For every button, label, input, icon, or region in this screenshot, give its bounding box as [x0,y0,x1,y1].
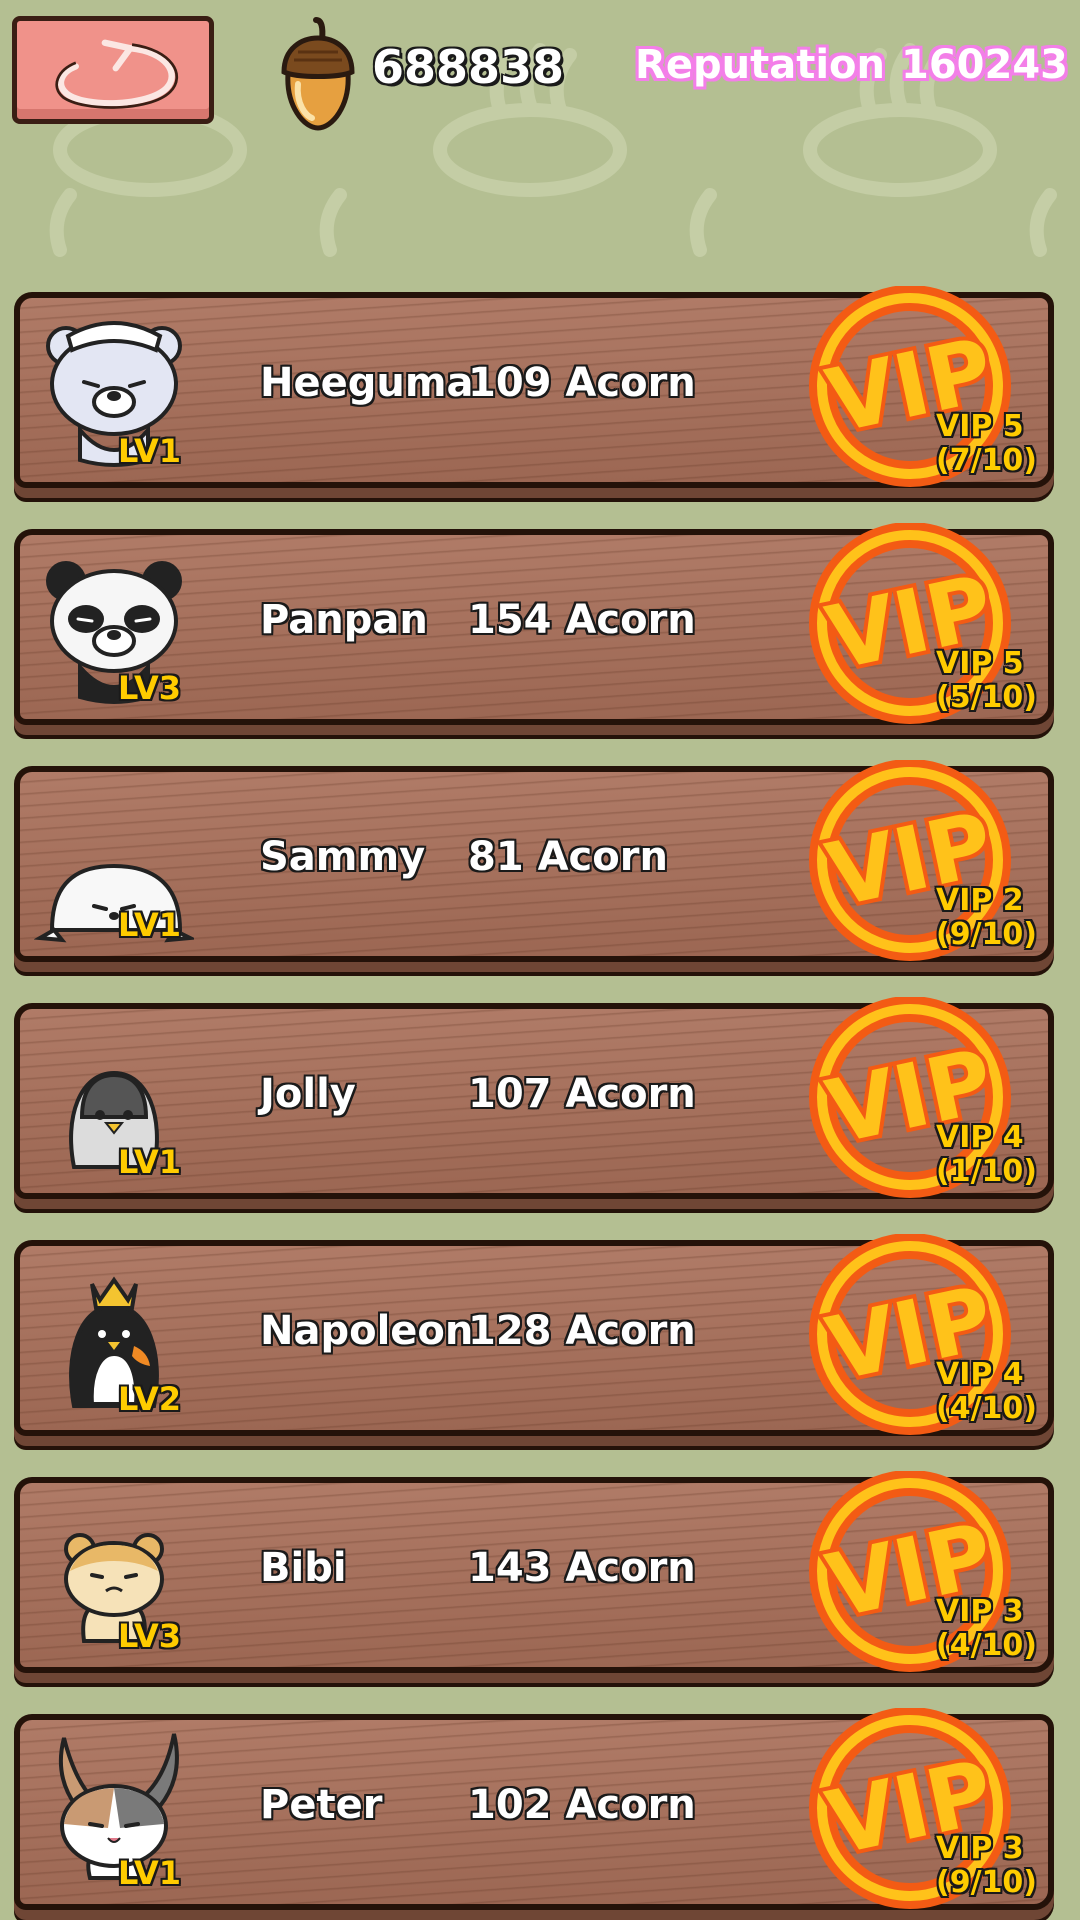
vip-status: VIP 4 (4/10) [936,1358,1056,1426]
acorn-reward: 102 Acorn [468,1782,696,1828]
vip-status: VIP 3 (9/10) [936,1832,1056,1900]
vip-status: VIP 5 (5/10) [936,647,1056,715]
level-label: LV1 [118,906,182,944]
vip-status: VIP 5 (7/10) [936,410,1056,478]
customer-name: Jolly [260,1071,356,1117]
customer-row[interactable]: LV3 Bibi 143 Acorn VIP VIP 3 (4/10) [14,1471,1056,1673]
vip-tier: VIP 3 [936,1831,1024,1866]
vip-status: VIP 3 (4/10) [936,1595,1056,1663]
level-label: LV3 [118,1617,182,1655]
customer-list: LV1 Heeguma 109 Acorn VIP VIP 5 (7/10) L… [0,0,1080,1920]
vip-progress: (4/10) [936,1391,1038,1426]
vip-status: VIP 4 (1/10) [936,1121,1056,1189]
vip-progress: (5/10) [936,680,1038,715]
vip-progress: (1/10) [936,1154,1038,1189]
level-label: LV2 [118,1380,182,1418]
vip-status: VIP 2 (9/10) [936,884,1056,952]
level-label: LV1 [118,1854,182,1892]
acorn-reward: 109 Acorn [468,360,696,406]
customer-name: Peter [260,1782,383,1828]
vip-tier: VIP 2 [936,883,1024,918]
customer-row[interactable]: LV1 Sammy 81 Acorn VIP VIP 2 (9/10) [14,760,1056,962]
acorn-reward: 154 Acorn [468,597,696,643]
vip-tier: VIP 4 [936,1120,1024,1155]
customer-name: Bibi [260,1545,347,1591]
vip-progress: (4/10) [936,1628,1038,1663]
level-label: LV1 [118,1143,182,1181]
customer-row[interactable]: LV1 Jolly 107 Acorn VIP VIP 4 (1/10) [14,997,1056,1199]
vip-progress: (9/10) [936,1865,1038,1900]
customer-name: Panpan [260,597,428,643]
vip-progress: (7/10) [936,443,1038,478]
vip-tier: VIP 4 [936,1357,1024,1392]
customer-name: Napoleon [260,1308,474,1354]
acorn-reward: 128 Acorn [468,1308,696,1354]
acorn-reward: 81 Acorn [468,834,668,880]
acorn-reward: 143 Acorn [468,1545,696,1591]
vip-progress: (9/10) [936,917,1038,952]
customer-row[interactable]: LV2 Napoleon 128 Acorn VIP VIP 4 (4/10) [14,1234,1056,1436]
customer-row[interactable]: LV1 Peter 102 Acorn VIP VIP 3 (9/10) [14,1708,1056,1910]
customer-name: Sammy [260,834,426,880]
level-label: LV1 [118,432,182,470]
customer-row[interactable]: LV1 Heeguma 109 Acorn VIP VIP 5 (7/10) [14,286,1056,488]
customer-name: Heeguma [260,360,474,406]
vip-tier: VIP 3 [936,1594,1024,1629]
vip-tier: VIP 5 [936,646,1024,681]
customer-row[interactable]: LV3 Panpan 154 Acorn VIP VIP 5 (5/10) [14,523,1056,725]
vip-tier: VIP 5 [936,409,1024,444]
level-label: LV3 [118,669,182,707]
acorn-reward: 107 Acorn [468,1071,696,1117]
